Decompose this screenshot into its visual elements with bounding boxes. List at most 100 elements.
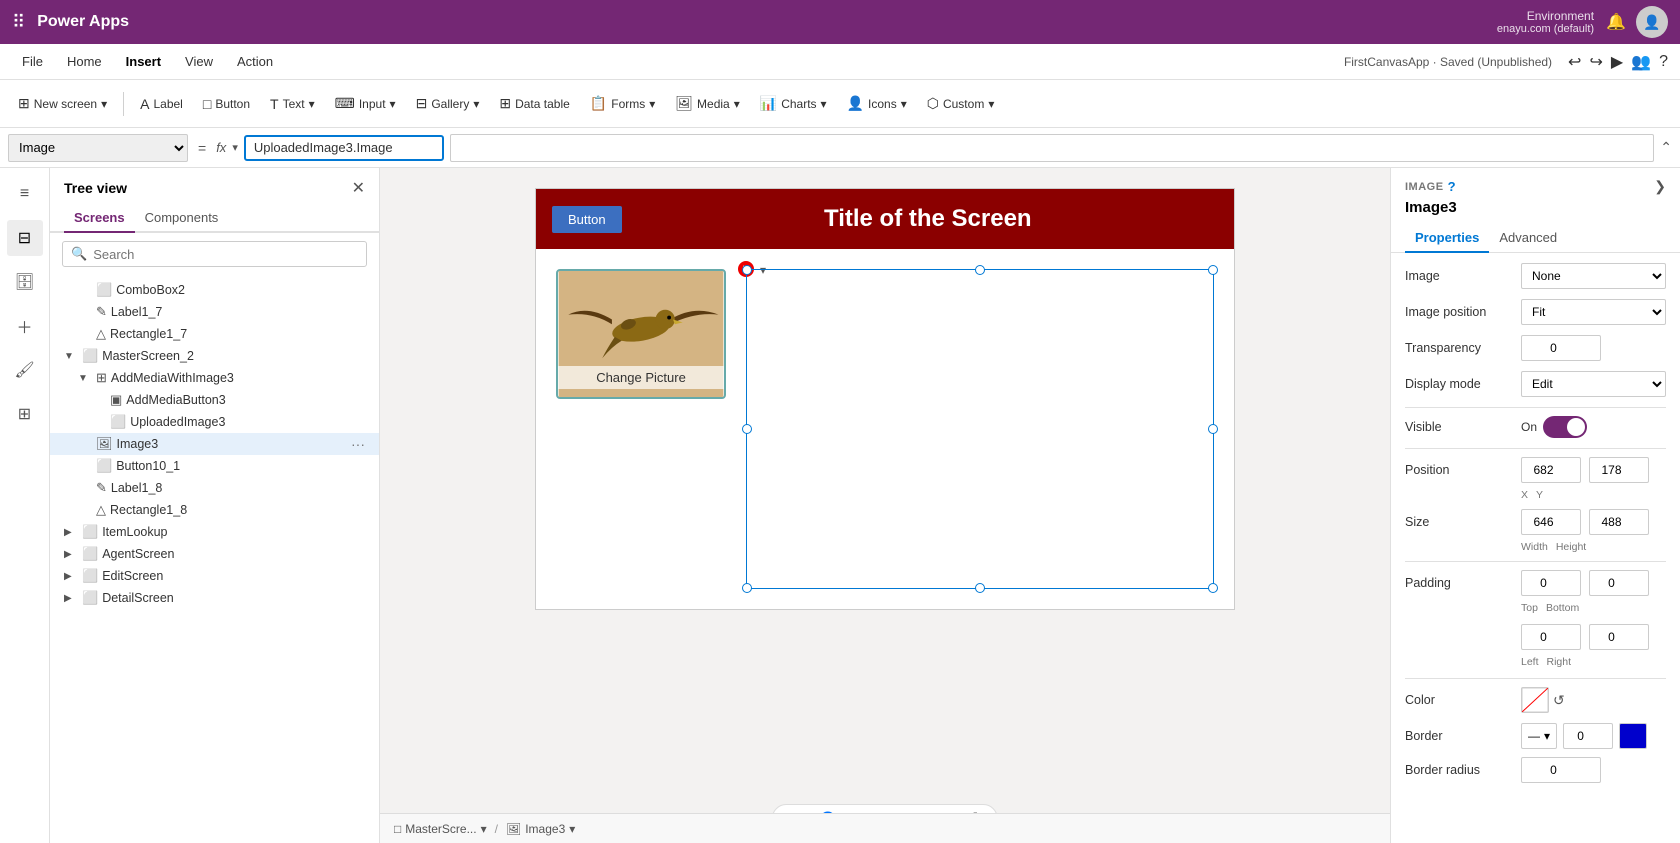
help-icon[interactable]: ? — [1448, 179, 1456, 194]
tree-item-itemlookup[interactable]: ▶ ⬜ ItemLookup — [50, 521, 379, 543]
prop-dispmode-label: Display mode — [1405, 377, 1515, 391]
tree-item-agentscreen[interactable]: ▶ ⬜ AgentScreen — [50, 543, 379, 565]
sidebar-hamburger-icon[interactable]: ≡ — [7, 176, 43, 212]
prop-border-label: Border — [1405, 729, 1515, 743]
canvas-area[interactable]: Button Title of the Screen — [380, 168, 1390, 843]
border-width-input[interactable] — [1563, 723, 1613, 749]
padding-left-input[interactable] — [1521, 624, 1581, 650]
canvas-button[interactable]: Button — [552, 206, 622, 233]
sidebar-components-icon[interactable]: ⊞ — [7, 396, 43, 432]
handle-ml[interactable] — [742, 424, 752, 434]
xy-labels: X Y — [1521, 487, 1666, 501]
tree-item-combobox2[interactable]: ⬜ ComboBox2 — [50, 279, 379, 301]
sidebar-plus-icon[interactable]: ＋ — [7, 308, 43, 344]
size-width-input[interactable] — [1521, 509, 1581, 535]
border-style-dropdown[interactable]: — ▾ — [1521, 723, 1557, 749]
handle-br[interactable] — [1208, 583, 1218, 593]
label-button[interactable]: A Label — [132, 91, 191, 117]
tree-item-button10_1[interactable]: ⬜ Button10_1 — [50, 455, 379, 477]
handle-tl[interactable] — [742, 265, 752, 275]
handle-bm[interactable] — [975, 583, 985, 593]
tree-item-image3[interactable]: 🖼 Image3 ··· — [50, 433, 379, 455]
image-dropdown[interactable]: None — [1521, 263, 1666, 289]
menu-action[interactable]: Action — [227, 50, 283, 73]
handle-mr[interactable] — [1208, 424, 1218, 434]
play-icon[interactable]: ▶ — [1611, 52, 1623, 72]
input-button[interactable]: ⌨ Input ▾ — [327, 90, 404, 117]
search-input[interactable] — [93, 247, 358, 262]
menu-home[interactable]: Home — [57, 50, 112, 73]
tree-item-uploadedimage3[interactable]: ⬜ UploadedImage3 — [50, 411, 379, 433]
sidebar-data-icon[interactable]: 🗄 — [7, 264, 43, 300]
visible-switch[interactable] — [1543, 416, 1587, 438]
tree-item-editscreen[interactable]: ▶ ⬜ EditScreen — [50, 565, 379, 587]
icons-button[interactable]: 👤 Icons ▾ — [839, 90, 915, 117]
breadcrumb-element[interactable]: 🖼 Image3 ▾ — [506, 822, 575, 836]
sidebar-layers-icon[interactable]: ⊟ — [7, 220, 43, 256]
button-button[interactable]: □ Button — [195, 91, 258, 117]
image-position-dropdown[interactable]: Fit — [1521, 299, 1666, 325]
sidebar-brush-icon[interactable]: 🖌 — [7, 352, 43, 388]
menu-file[interactable]: File — [12, 50, 53, 73]
tree-item-rectangle1_8[interactable]: △ Rectangle1_8 — [50, 499, 379, 521]
more-options-button[interactable]: ··· — [351, 436, 365, 452]
handle-tm[interactable] — [975, 265, 985, 275]
item-label: MasterScreen_2 — [102, 349, 365, 363]
size-height-input[interactable] — [1589, 509, 1649, 535]
tab-advanced[interactable]: Advanced — [1489, 224, 1567, 253]
border-color-swatch[interactable] — [1619, 723, 1647, 749]
padding-right-input[interactable] — [1589, 624, 1649, 650]
new-screen-button[interactable]: ⊞ New screen ▾ — [10, 90, 115, 117]
item-icon: ✎ — [96, 480, 107, 496]
custom-button[interactable]: ⬡ Custom ▾ — [919, 90, 1003, 117]
gallery-button[interactable]: ⊟ Gallery ▾ — [408, 90, 488, 117]
text-button[interactable]: T Text ▾ — [262, 91, 323, 117]
media-button[interactable]: 🖼 Media ▾ — [667, 90, 748, 117]
notification-icon[interactable]: 🔔 — [1606, 12, 1626, 32]
position-x-input[interactable] — [1521, 457, 1581, 483]
handle-bl[interactable] — [742, 583, 752, 593]
tree-item-rectangle1_7[interactable]: △ Rectangle1_7 — [50, 323, 379, 345]
padding-top-input[interactable] — [1521, 570, 1581, 596]
tree-close-button[interactable]: ✕ — [352, 178, 365, 198]
item-label: ItemLookup — [102, 525, 365, 539]
tree-item-label1_7[interactable]: ✎ Label1_7 — [50, 301, 379, 323]
apps-icon[interactable]: ⠿ — [12, 12, 25, 33]
formula-expand-icon[interactable]: ⌃ — [1660, 139, 1672, 156]
border-radius-input[interactable] — [1521, 757, 1601, 783]
data-table-button[interactable]: ⊞ Data table — [491, 90, 577, 117]
tab-components[interactable]: Components — [135, 204, 229, 233]
canvas-header: Button Title of the Screen — [536, 189, 1234, 249]
display-mode-dropdown[interactable]: Edit — [1521, 371, 1666, 397]
charts-button[interactable]: 📊 Charts ▾ — [752, 90, 835, 117]
menu-insert[interactable]: Insert — [116, 50, 171, 73]
formula-input-box[interactable]: UploadedImage3.Image — [244, 135, 444, 161]
panel-collapse-button[interactable]: ❯ — [1654, 178, 1666, 195]
color-refresh-icon[interactable]: ↺ — [1553, 692, 1565, 709]
forms-button[interactable]: 📋 Forms ▾ — [582, 90, 663, 117]
tab-properties[interactable]: Properties — [1405, 224, 1489, 253]
undo-icon[interactable]: ↩ — [1568, 52, 1581, 72]
prop-image-label: Image — [1405, 269, 1515, 283]
tree-item-label1_8[interactable]: ✎ Label1_8 — [50, 477, 379, 499]
tree-item-masterscreen2[interactable]: ▼ ⬜ MasterScreen_2 — [50, 345, 379, 367]
menu-view[interactable]: View — [175, 50, 223, 73]
formula-rest[interactable] — [450, 134, 1654, 162]
padding-bottom-input[interactable] — [1589, 570, 1649, 596]
tree-item-addmedia[interactable]: ▼ ⊞ AddMediaWithImage3 — [50, 367, 379, 389]
user-avatar[interactable]: 👤 — [1636, 6, 1668, 38]
user-add-icon[interactable]: 👥 — [1631, 52, 1651, 72]
tree-item-addmediabutton3[interactable]: ▣ AddMediaButton3 — [50, 389, 379, 411]
property-dropdown[interactable]: Image — [8, 134, 188, 162]
help-icon[interactable]: ? — [1659, 53, 1668, 71]
position-y-input[interactable] — [1589, 457, 1649, 483]
tab-screens[interactable]: Screens — [64, 204, 135, 233]
handle-tr[interactable] — [1208, 265, 1218, 275]
color-swatch[interactable] — [1521, 687, 1549, 713]
item-label: AgentScreen — [102, 547, 365, 561]
breadcrumb-screen[interactable]: □ MasterScre... ▾ — [394, 822, 487, 836]
tree-item-detailscreen[interactable]: ▶ ⬜ DetailScreen — [50, 587, 379, 609]
redo-icon[interactable]: ↪ — [1589, 52, 1602, 72]
transparency-input[interactable] — [1521, 335, 1601, 361]
upload-widget[interactable]: Change Picture — [556, 269, 726, 399]
